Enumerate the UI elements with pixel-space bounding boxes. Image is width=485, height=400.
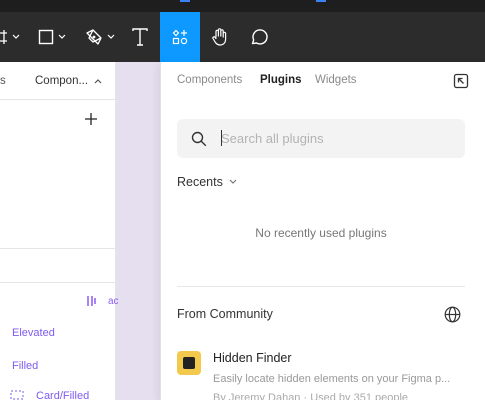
hand-icon <box>212 28 227 46</box>
divider <box>0 282 116 283</box>
divider <box>0 248 116 249</box>
library-icon[interactable] <box>87 295 99 307</box>
tab-components[interactable]: Compon... <box>35 75 102 87</box>
resources-tool[interactable] <box>160 12 200 62</box>
frame-tool[interactable] <box>0 12 20 62</box>
shape-tool[interactable] <box>32 12 72 62</box>
plugin-name[interactable]: Hidden Finder <box>213 351 292 365</box>
plugin-icon-glyph <box>183 357 195 369</box>
pen-tool[interactable] <box>80 12 120 62</box>
tab-plugins[interactable]: Plugins <box>260 74 302 86</box>
plugin-icon[interactable] <box>177 351 201 375</box>
search-icon <box>191 131 207 147</box>
chevron-down-icon <box>107 34 115 39</box>
search-input[interactable] <box>221 128 451 148</box>
text-tool[interactable] <box>124 12 156 62</box>
left-panel-tabs: s Compon... <box>0 62 116 100</box>
recents-dropdown[interactable]: Recents <box>177 175 237 189</box>
chevron-down-icon <box>12 34 20 39</box>
list-item[interactable]: Filled <box>12 360 38 372</box>
tab-components[interactable]: Components <box>177 74 242 86</box>
component-instance-icon <box>10 390 24 400</box>
list-item[interactable]: Elevated <box>12 327 55 339</box>
search-box[interactable] <box>177 119 465 158</box>
rectangle-icon <box>38 29 54 45</box>
plus-icon[interactable] <box>84 112 98 126</box>
toolbar <box>0 12 485 62</box>
tab-widgets[interactable]: Widgets <box>315 74 357 86</box>
plugin-description: Easily locate hidden elements on your Fi… <box>213 373 451 385</box>
chevron-down-icon <box>58 34 66 39</box>
comment-icon <box>251 29 268 45</box>
divider <box>177 286 465 287</box>
frame-icon <box>0 30 7 44</box>
assets-partial-text: ac <box>108 296 119 307</box>
window-top-strip <box>0 0 485 12</box>
resources-icon <box>172 29 188 45</box>
chevron-up-icon <box>94 79 102 84</box>
recents-label: Recents <box>177 175 223 189</box>
community-heading: From Community <box>177 307 273 321</box>
hand-tool[interactable] <box>204 12 236 62</box>
tab-assets-partial[interactable]: s <box>0 75 6 87</box>
expand-icon[interactable] <box>453 73 469 89</box>
globe-icon[interactable] <box>444 306 461 323</box>
left-panel: s Compon... ac Elevated Filled Card/Fill… <box>0 62 119 400</box>
tab-components-label: Compon... <box>35 75 89 87</box>
tab-indicator <box>180 0 190 2</box>
plugin-byline: By Jeremy Dahan · Used by 351 people <box>213 392 409 400</box>
pen-icon <box>86 29 102 45</box>
plugins-popup: Components Plugins Widgets Recents No re… <box>160 62 485 400</box>
text-cursor <box>221 130 222 146</box>
text-icon <box>132 28 148 46</box>
tab-indicator <box>316 0 326 2</box>
list-item[interactable]: Card/Filled <box>36 390 89 400</box>
comment-tool[interactable] <box>242 12 276 62</box>
chevron-down-icon <box>229 179 237 184</box>
empty-state-message: No recently used plugins <box>255 226 387 240</box>
